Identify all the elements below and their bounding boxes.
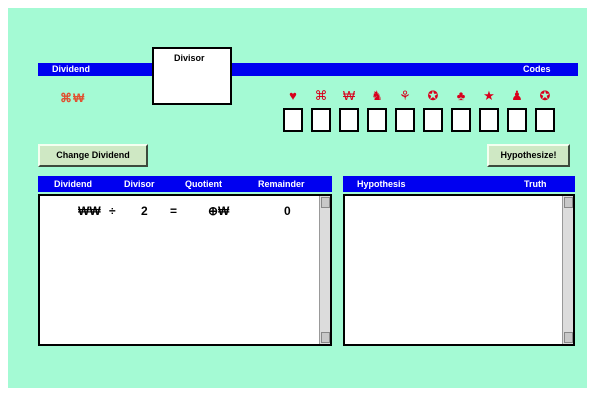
divisor-label: Divisor: [174, 53, 205, 63]
results-list[interactable]: ₩₩ ÷ 2 = ⊕₩ 0: [38, 194, 332, 346]
left-scrollbar[interactable]: [319, 196, 330, 344]
code-input-8[interactable]: [479, 108, 499, 132]
code-input-9[interactable]: [507, 108, 527, 132]
row-equals: =: [170, 204, 178, 218]
code-symbol-7: ♣: [456, 88, 466, 103]
code-input-5[interactable]: [395, 108, 415, 132]
hypothesis-list[interactable]: [343, 194, 575, 346]
row-quotient: ⊕₩: [208, 204, 230, 218]
code-input-2[interactable]: [311, 108, 331, 132]
right-scrollbar[interactable]: [562, 196, 573, 344]
code-input-10[interactable]: [535, 108, 555, 132]
code-input-4[interactable]: [367, 108, 387, 132]
scroll-down-arrow-icon[interactable]: [564, 332, 573, 343]
col-remainder: Remainder: [258, 179, 305, 189]
code-symbol-8: ★: [483, 88, 495, 103]
col-quotient: Quotient: [185, 179, 222, 189]
change-dividend-button[interactable]: Change Dividend: [38, 144, 148, 167]
code-input-7[interactable]: [451, 108, 471, 132]
code-symbol-9: ♟: [511, 88, 523, 103]
scroll-down-arrow-icon[interactable]: [321, 332, 330, 343]
code-symbol-4: ♞: [371, 88, 383, 103]
code-symbol-10: ✪: [539, 88, 551, 103]
hypothesize-button[interactable]: Hypothesize!: [487, 144, 570, 167]
row-divisor: 2: [141, 204, 148, 218]
col-dividend: Dividend: [54, 179, 93, 189]
col-hypothesis: Hypothesis: [357, 179, 406, 189]
col-divisor: Divisor: [124, 179, 155, 189]
app-window: Dividend Codes Divisor ⌘₩ ♥ ⌘ ₩ ♞ ⚘ ✪ ♣ …: [8, 8, 587, 388]
code-input-1[interactable]: [283, 108, 303, 132]
top-header-bar: Dividend Codes: [38, 63, 578, 76]
scroll-up-arrow-icon[interactable]: [321, 197, 330, 208]
code-symbol-2: ⌘: [314, 88, 328, 103]
row-dividend: ₩₩: [78, 204, 101, 218]
code-symbol-5: ⚘: [399, 88, 411, 103]
table-row: ₩₩ ÷ 2 = ⊕₩ 0: [40, 196, 320, 222]
dividend-value: ⌘₩: [60, 91, 86, 105]
left-panel-header: Dividend Divisor Quotient Remainder: [38, 176, 332, 192]
row-remainder: 0: [284, 204, 291, 218]
code-symbol-6: ✪: [427, 88, 439, 103]
dividend-header-label: Dividend: [52, 64, 91, 74]
code-input-6[interactable]: [423, 108, 443, 132]
code-symbol-3: ₩: [342, 88, 356, 103]
col-truth: Truth: [524, 179, 547, 189]
code-symbol-1: ♥: [289, 88, 297, 103]
right-panel-header: Hypothesis Truth: [343, 176, 575, 192]
scroll-up-arrow-icon[interactable]: [564, 197, 573, 208]
codes-header-label: Codes: [523, 64, 551, 74]
code-input-3[interactable]: [339, 108, 359, 132]
divisor-box[interactable]: Divisor: [152, 47, 232, 105]
row-operator: ÷: [109, 204, 116, 218]
